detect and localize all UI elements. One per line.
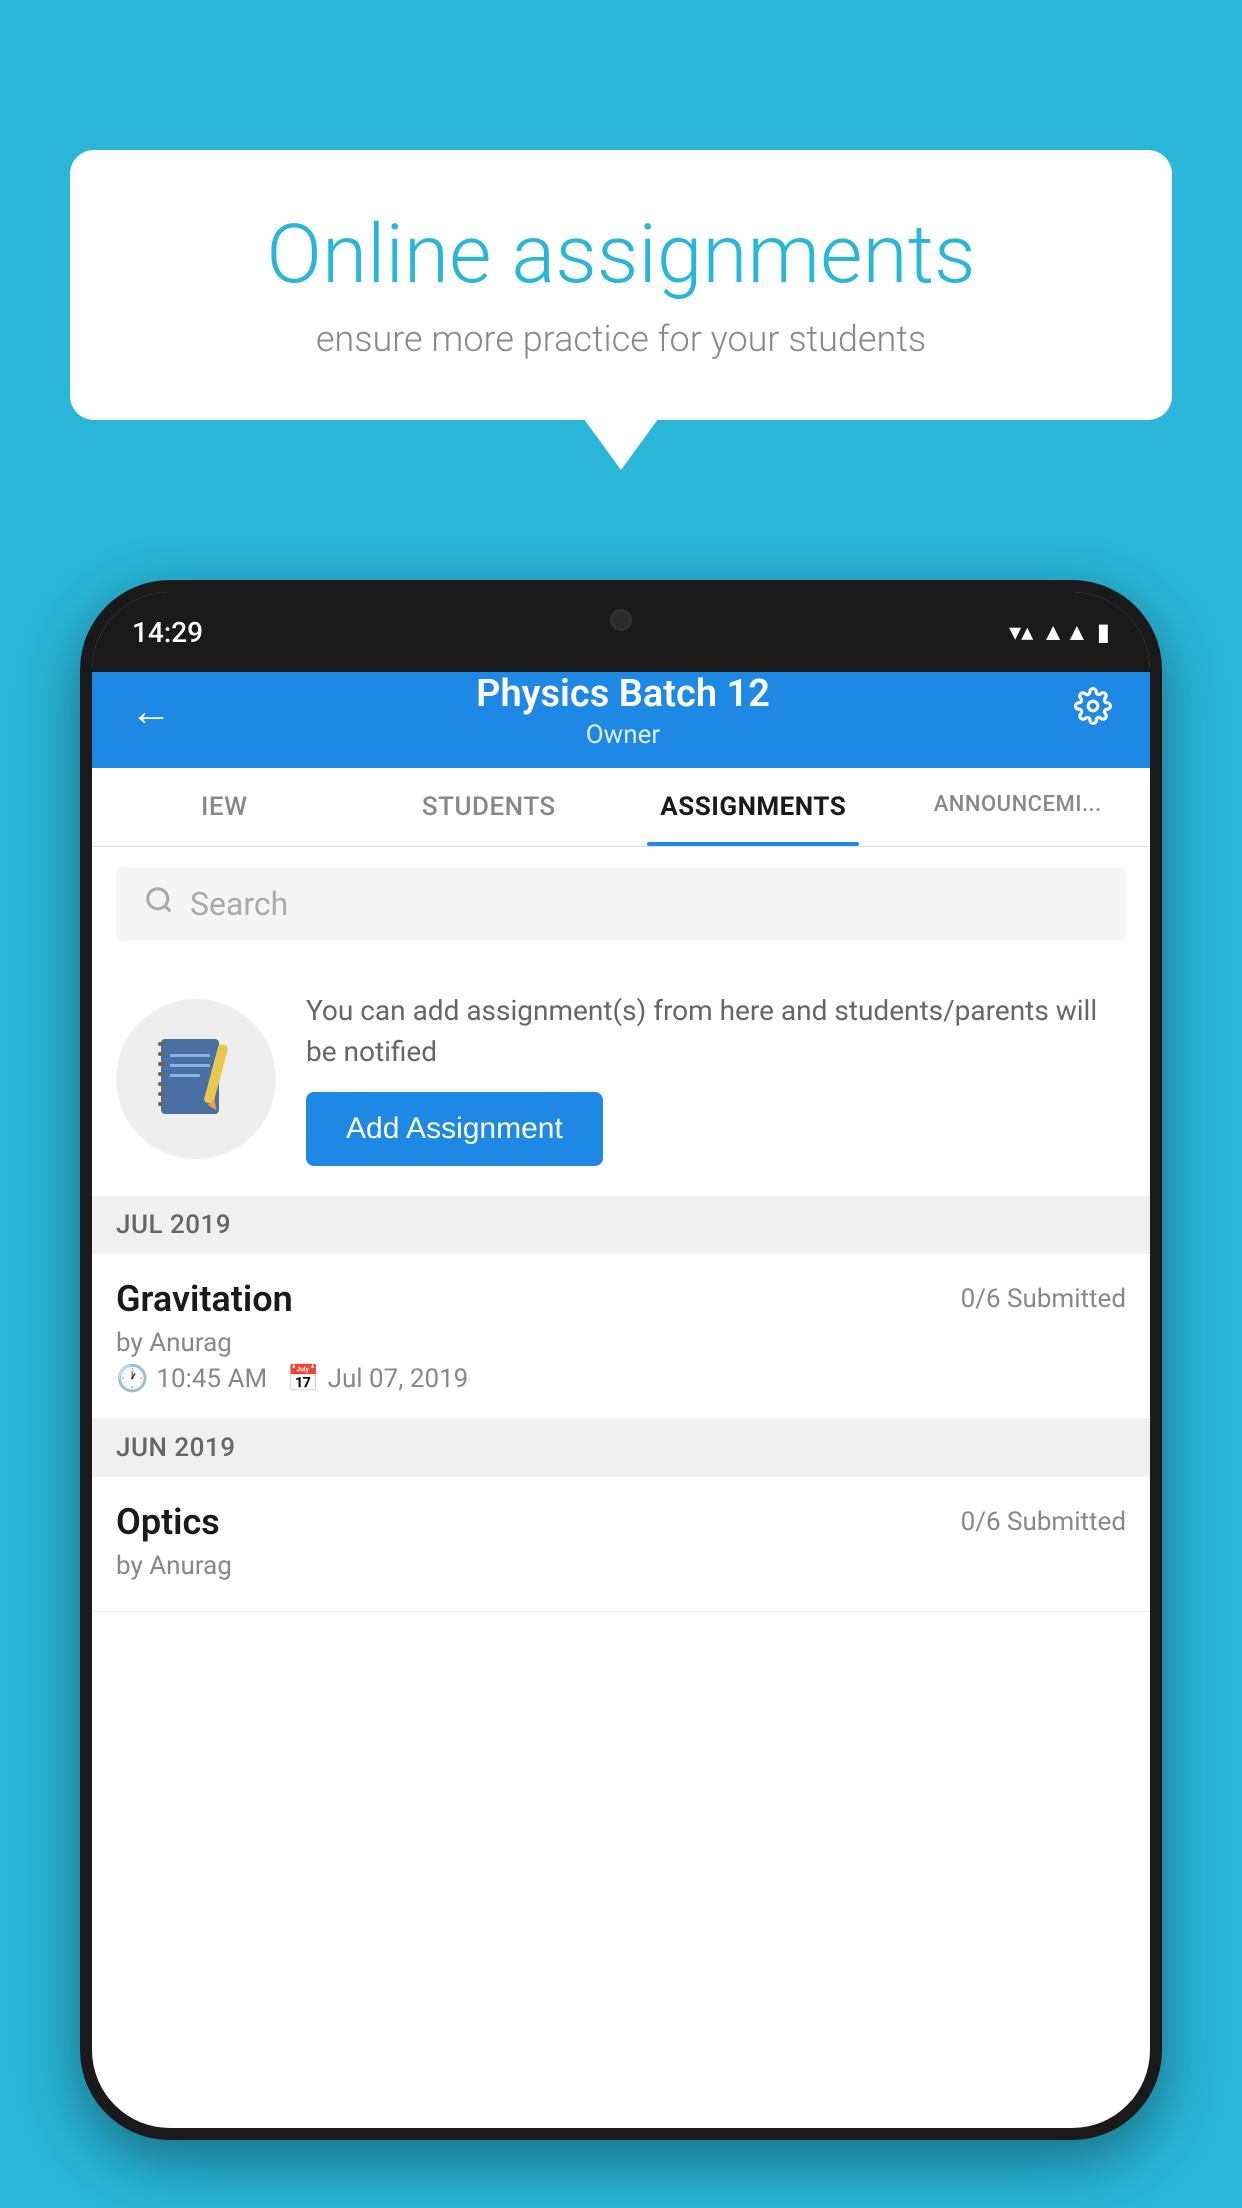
status-icons: ▾▴ ▲▲ ▮	[1009, 618, 1110, 647]
add-assignment-button[interactable]: Add Assignment	[306, 1092, 603, 1166]
tab-assignments[interactable]: ASSIGNMENTS	[621, 768, 886, 846]
tabs-bar: IEW STUDENTS ASSIGNMENTS ANNOUNCEMI...	[92, 768, 1150, 847]
content-area: Search	[92, 847, 1150, 2128]
promo-text: You can add assignment(s) from here and …	[306, 991, 1126, 1072]
tab-announcements[interactable]: ANNOUNCEMI...	[886, 768, 1151, 846]
clock-icon: 🕐	[116, 1364, 148, 1394]
phone-time: 14:29	[132, 616, 203, 649]
battery-icon: ▮	[1097, 618, 1110, 646]
assignment-time-gravitation: 10:45 AM	[156, 1364, 267, 1394]
bubble-title: Online assignments	[140, 210, 1102, 300]
search-container: Search	[92, 847, 1150, 961]
phone-wrapper: 14:29 ▾▴ ▲▲ ▮ ← Physics Batch 12 Owner	[80, 580, 1162, 2208]
time-meta: 🕐 10:45 AM	[116, 1364, 267, 1394]
back-button[interactable]: ←	[122, 679, 180, 744]
bubble-subtitle: ensure more practice for your students	[140, 318, 1102, 360]
signal-icon: ▲▲	[1041, 618, 1089, 647]
tab-students[interactable]: STUDENTS	[357, 768, 622, 846]
calendar-icon: 📅	[287, 1364, 319, 1394]
speech-bubble: Online assignments ensure more practice …	[70, 150, 1172, 420]
header-title-area: Physics Batch 12 Owner	[180, 672, 1066, 750]
assignment-title-optics: Optics	[116, 1501, 220, 1543]
header-title: Physics Batch 12	[180, 672, 1066, 716]
section-jul-2019: JUL 2019	[92, 1196, 1150, 1254]
camera-icon	[610, 609, 632, 631]
assignment-title-gravitation: Gravitation	[116, 1278, 293, 1320]
assignment-submitted-optics: 0/6 Submitted	[961, 1507, 1126, 1537]
assignment-date-gravitation: Jul 07, 2019	[328, 1364, 469, 1394]
assignment-item-optics[interactable]: Optics 0/6 Submitted by Anurag	[92, 1477, 1150, 1612]
assignment-top-row-optics: Optics 0/6 Submitted	[116, 1501, 1126, 1543]
promo-icon-circle	[116, 999, 276, 1159]
promo-card: You can add assignment(s) from here and …	[92, 961, 1150, 1196]
search-input-placeholder: Search	[190, 885, 288, 923]
promo-content: You can add assignment(s) from here and …	[306, 991, 1126, 1166]
wifi-icon: ▾▴	[1009, 618, 1033, 646]
assignment-author-optics: by Anurag	[116, 1551, 1126, 1581]
speech-bubble-area: Online assignments ensure more practice …	[70, 150, 1172, 420]
assignment-top-row: Gravitation 0/6 Submitted	[116, 1278, 1126, 1320]
assignment-author-gravitation: by Anurag	[116, 1328, 1126, 1358]
tab-iew[interactable]: IEW	[92, 768, 357, 846]
date-meta: 📅 Jul 07, 2019	[287, 1364, 468, 1394]
section-jun-2019: JUN 2019	[92, 1419, 1150, 1477]
search-icon	[144, 885, 174, 923]
phone-screen: ← Physics Batch 12 Owner IEW STUDENTS AS…	[92, 592, 1150, 2128]
search-bar[interactable]: Search	[116, 867, 1126, 941]
phone-notch	[531, 592, 711, 647]
assignment-item-gravitation[interactable]: Gravitation 0/6 Submitted by Anurag 🕐 10…	[92, 1254, 1150, 1419]
phone-outer: 14:29 ▾▴ ▲▲ ▮ ← Physics Batch 12 Owner	[80, 580, 1162, 2140]
settings-button[interactable]	[1066, 679, 1120, 743]
status-bar: 14:29 ▾▴ ▲▲ ▮	[92, 592, 1150, 672]
assignment-submitted-gravitation: 0/6 Submitted	[961, 1284, 1126, 1314]
header-subtitle: Owner	[180, 720, 1066, 750]
assignment-meta-row-gravitation: 🕐 10:45 AM 📅 Jul 07, 2019	[116, 1364, 1126, 1394]
notebook-icon	[156, 1034, 236, 1124]
